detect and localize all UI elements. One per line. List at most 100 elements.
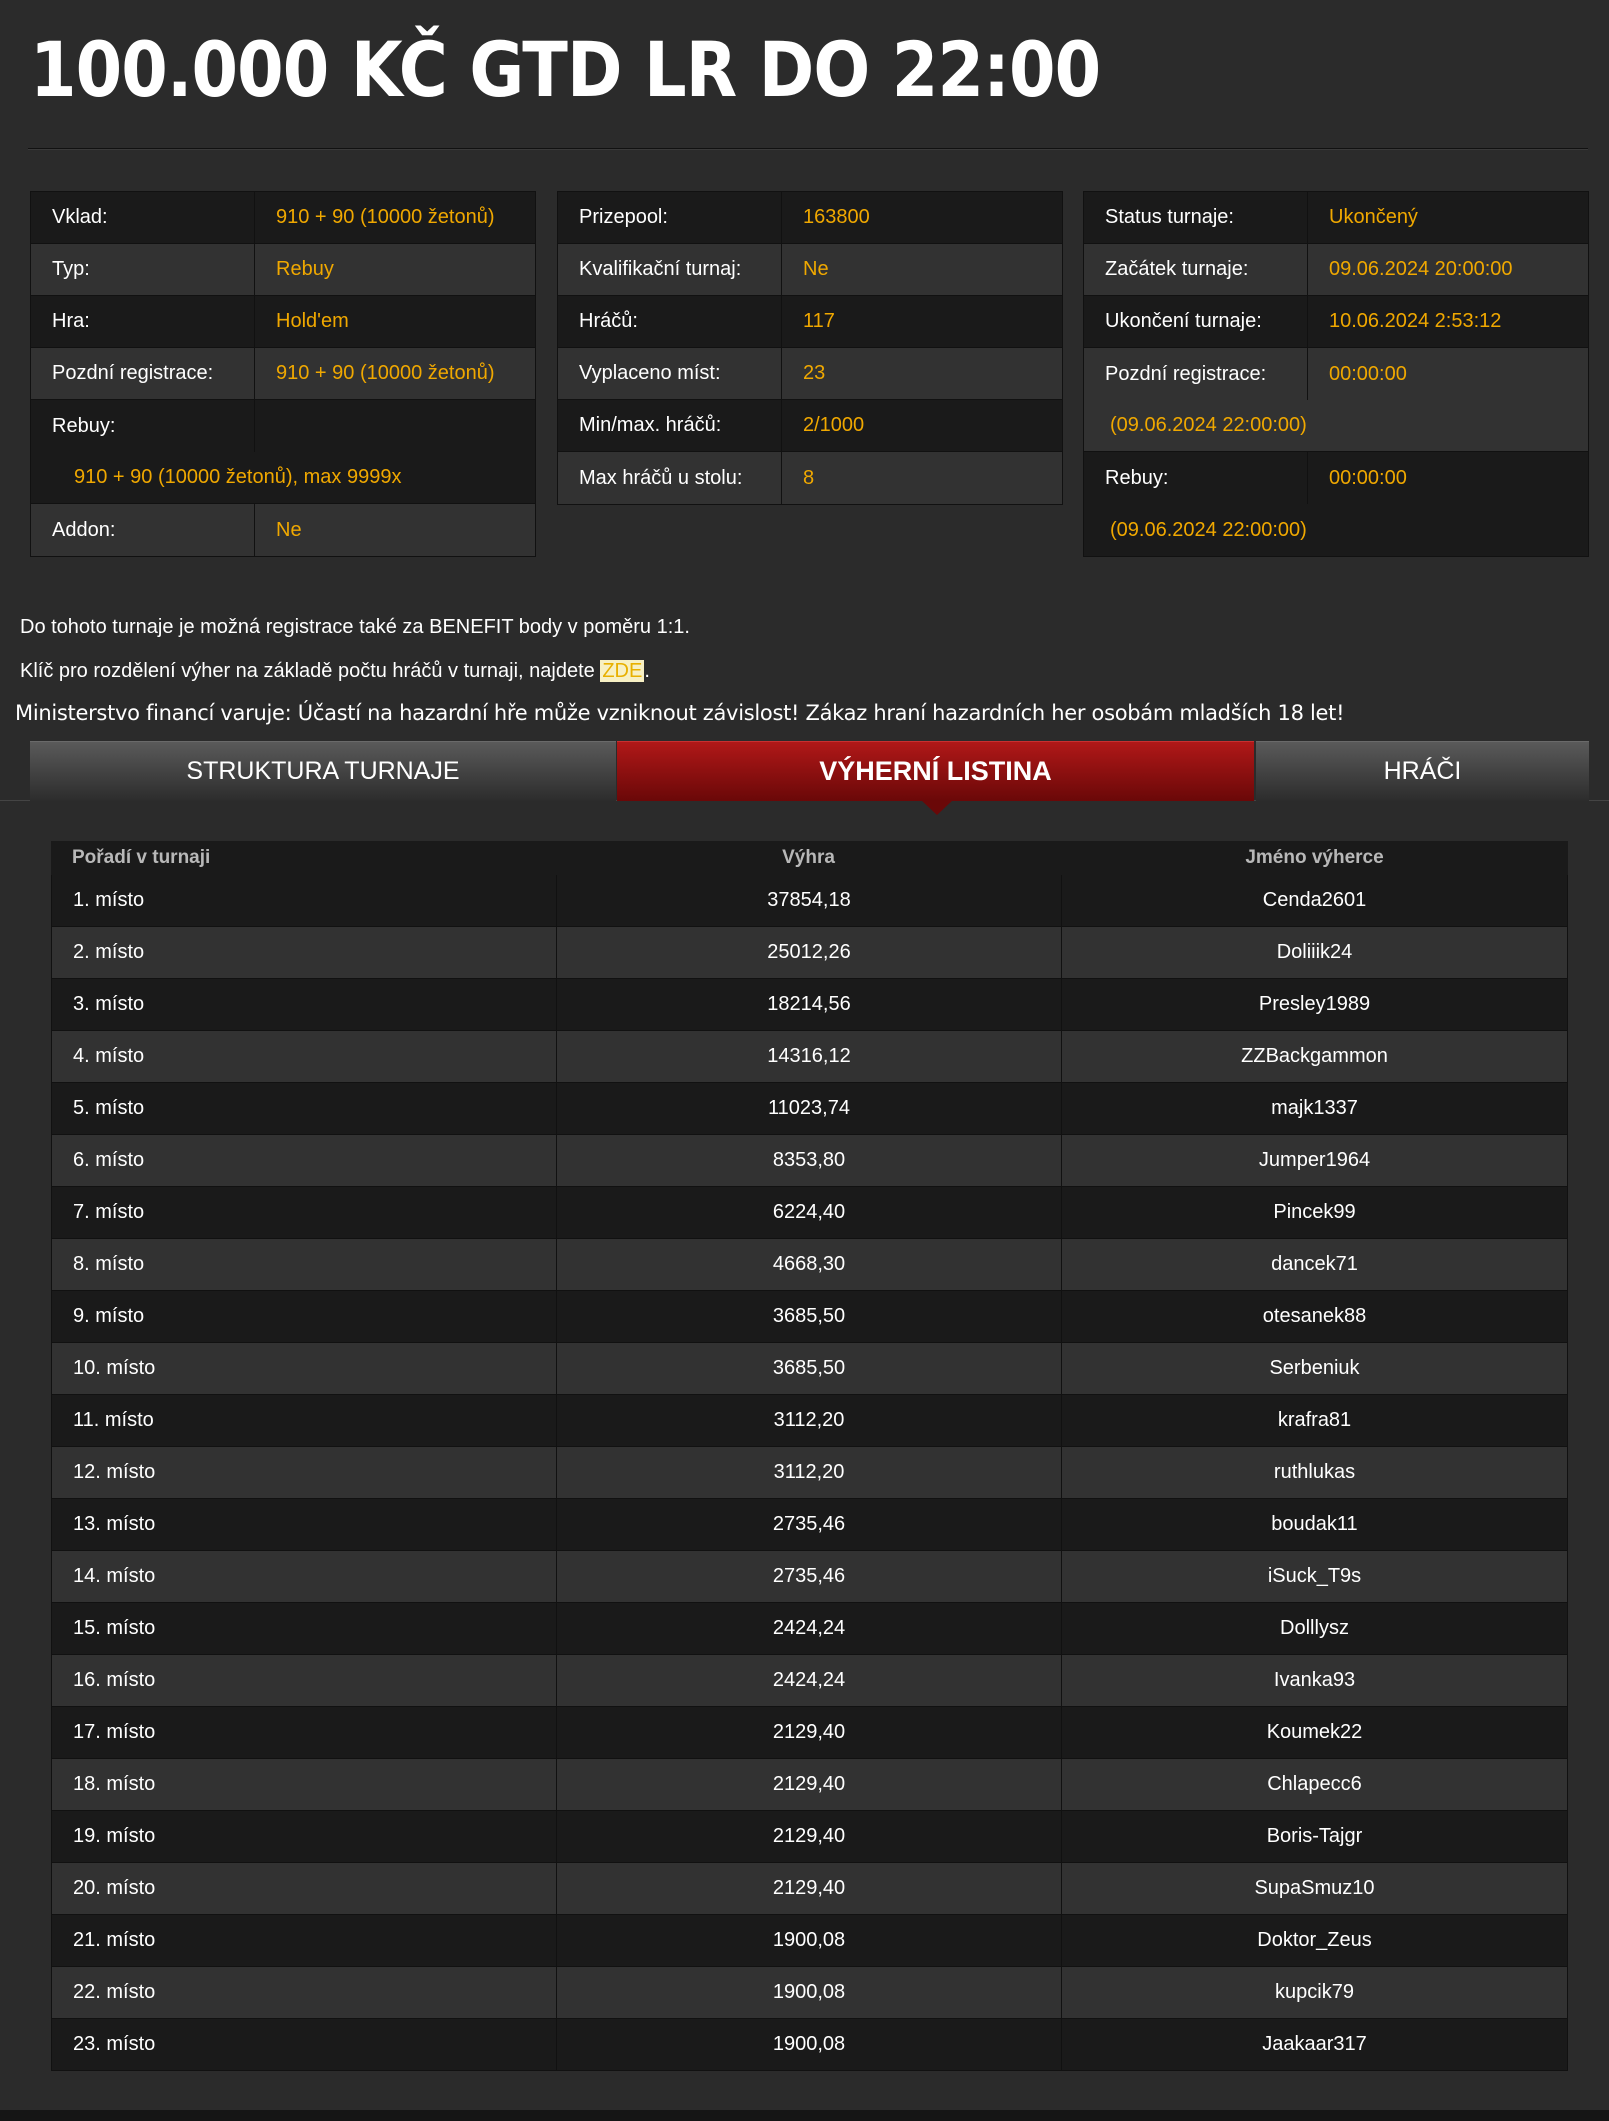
cell-prize: 3112,20	[557, 1447, 1062, 1498]
cell-winner-name: dancek71	[1271, 1253, 1358, 1275]
cell-prize: 8353,80	[557, 1135, 1062, 1186]
info-value: 00:00:00	[1329, 466, 1407, 489]
info-label: Rebuy:	[31, 400, 255, 452]
cell-place: 1. místo	[52, 875, 557, 926]
table-row: 7. místo 6224,40 Pincek99	[51, 1187, 1568, 1239]
cell-prize: 3685,50	[557, 1291, 1062, 1342]
info-rebuy-date: (09.06.2024 22:00:00)	[1084, 504, 1588, 556]
cell-prize: 14316,12	[557, 1031, 1062, 1082]
table-row: 1. místo 37854,18 Cenda2601	[51, 875, 1568, 927]
tab-winners[interactable]: VÝHERNÍ LISTINA	[617, 741, 1254, 801]
info-row-prizepool: Prizepool: 163800	[558, 192, 1062, 244]
cell-place: 10. místo	[52, 1343, 557, 1394]
cell-prize: 37854,18	[557, 875, 1062, 926]
cell-winner-name: Serbeniuk	[1269, 1357, 1360, 1379]
table-row: 2. místo 25012,26 Doliiik24	[51, 927, 1568, 979]
cell-place: 4. místo	[52, 1031, 557, 1082]
active-tab-arrow-icon	[921, 800, 953, 815]
tab-players[interactable]: HRÁČI	[1256, 741, 1589, 801]
cell-place: 20. místo	[52, 1863, 557, 1914]
info-value: 8	[803, 466, 815, 489]
cell-place: 22. místo	[52, 1967, 557, 2018]
cell-winner-name: Ivanka93	[1273, 1669, 1356, 1691]
info-row-pozdni: Pozdní registrace: 910 + 90 (10000 žeton…	[31, 348, 535, 400]
cell-winner-name: Chlapecc6	[1267, 1773, 1362, 1795]
header-winner-name: Jméno výherce	[1245, 847, 1384, 868]
table-header: Pořadí v turnaji Výhra Jméno výherce	[51, 841, 1568, 875]
cell-prize: 2424,24	[557, 1603, 1062, 1654]
table-row: 19. místo 2129,40 Boris-Tajgr	[51, 1811, 1568, 1863]
cell-winner-name: Jumper1964	[1258, 1149, 1371, 1171]
cell-place: 14. místo	[52, 1551, 557, 1602]
info-row-typ: Typ: Rebuy	[31, 244, 535, 296]
header-prize: Výhra	[782, 847, 835, 868]
table-row: 11. místo 3112,20 krafra81	[51, 1395, 1568, 1447]
cell-winner-name: Dolllysz	[1280, 1617, 1349, 1639]
info-label: Začátek turnaje:	[1084, 244, 1308, 295]
table-row: 6. místo 8353,80 Jumper1964	[51, 1135, 1568, 1187]
tournament-info-right: Status turnaje: Ukončený Začátek turnaje…	[1083, 191, 1589, 557]
info-value: 10.06.2024 2:53:12	[1329, 310, 1502, 332]
table-row: 15. místo 2424,24 Dolllysz	[51, 1603, 1568, 1655]
payout-key-suffix: .	[644, 660, 650, 682]
info-row-kvalifikacni: Kvalifikační turnaj: Ne	[558, 244, 1062, 296]
table-row: 22. místo 1900,08 kupcik79	[51, 1967, 1568, 2019]
info-row-vklad: Vklad: 910 + 90 (10000 žetonů)	[31, 192, 535, 244]
cell-place: 11. místo	[52, 1395, 557, 1446]
cell-prize: 25012,26	[557, 927, 1062, 978]
cell-winner-name: Jaakaar317	[1262, 2033, 1367, 2055]
title-divider	[28, 148, 1588, 150]
cell-prize: 1900,08	[557, 2019, 1062, 2070]
info-value: Ne	[276, 518, 302, 541]
cell-prize: 2129,40	[557, 1707, 1062, 1758]
info-label: Addon:	[31, 504, 255, 556]
info-value: Hold'em	[276, 310, 349, 332]
payout-key-link[interactable]: ZDE	[600, 660, 645, 682]
table-row: 5. místo 11023,74 majk1337	[51, 1083, 1568, 1135]
cell-winner-name: Koumek22	[1266, 1721, 1363, 1743]
page-footer-strip	[0, 2110, 1609, 2121]
cell-place: 5. místo	[52, 1083, 557, 1134]
page-title: 100.000 KČ GTD LR DO 22:00	[30, 25, 1101, 114]
info-row-status: Status turnaje: Ukončený	[1084, 192, 1588, 244]
info-value: 09.06.2024 20:00:00	[1329, 258, 1513, 280]
table-row: 21. místo 1900,08 Doktor_Zeus	[51, 1915, 1568, 1967]
benefit-note: Do tohoto turnaje je možná registrace ta…	[20, 616, 690, 638]
cell-winner-name: krafra81	[1277, 1409, 1352, 1431]
cell-prize: 2129,40	[557, 1759, 1062, 1810]
tournament-info-left: Vklad: 910 + 90 (10000 žetonů) Typ: Rebu…	[30, 191, 536, 557]
info-row-zacatek: Začátek turnaje: 09.06.2024 20:00:00	[1084, 244, 1588, 296]
cell-prize: 1900,08	[557, 1915, 1062, 1966]
info-row-rebuy-time: Rebuy: 00:00:00	[1084, 452, 1588, 504]
cell-place: 2. místo	[52, 927, 557, 978]
info-label: Vyplaceno míst:	[558, 348, 782, 399]
cell-winner-name: otesanek88	[1262, 1305, 1367, 1327]
cell-place: 12. místo	[52, 1447, 557, 1498]
table-row: 23. místo 1900,08 Jaakaar317	[51, 2019, 1568, 2071]
cell-place: 3. místo	[52, 979, 557, 1030]
cell-winner-name: majk1337	[1271, 1097, 1358, 1119]
tab-structure[interactable]: STRUKTURA TURNAJE	[30, 741, 616, 801]
cell-winner-name: boudak11	[1271, 1513, 1358, 1535]
info-label: Max hráčů u stolu:	[558, 452, 782, 504]
info-label: Vklad:	[31, 192, 255, 243]
cell-winner-name: Pincek99	[1273, 1201, 1356, 1223]
cell-prize: 2424,24	[557, 1655, 1062, 1706]
info-label: Hráčů:	[558, 296, 782, 347]
table-row: 17. místo 2129,40 Koumek22	[51, 1707, 1568, 1759]
info-row-ukonceni: Ukončení turnaje: 10.06.2024 2:53:12	[1084, 296, 1588, 348]
info-row-vyplaceno: Vyplaceno míst: 23	[558, 348, 1062, 400]
cell-prize: 2735,46	[557, 1499, 1062, 1550]
cell-place: 18. místo	[52, 1759, 557, 1810]
info-label: Pozdní registrace:	[31, 348, 255, 399]
table-row: 18. místo 2129,40 Chlapecc6	[51, 1759, 1568, 1811]
winners-table: Pořadí v turnaji Výhra Jméno výherce 1. …	[51, 841, 1568, 2071]
info-row-pozdni-registrace: Pozdní registrace: 00:00:00	[1084, 348, 1588, 400]
info-label: Rebuy:	[1084, 452, 1308, 504]
info-value: Ukončený	[1329, 206, 1418, 228]
info-label: Kvalifikační turnaj:	[558, 244, 782, 295]
payout-key-note: Klíč pro rozdělení výher na základě počt…	[20, 660, 650, 683]
tabs-bar: STRUKTURA TURNAJE VÝHERNÍ LISTINA HRÁČI	[0, 741, 1609, 801]
cell-place: 8. místo	[52, 1239, 557, 1290]
info-pozdni-date: (09.06.2024 22:00:00)	[1084, 400, 1588, 452]
